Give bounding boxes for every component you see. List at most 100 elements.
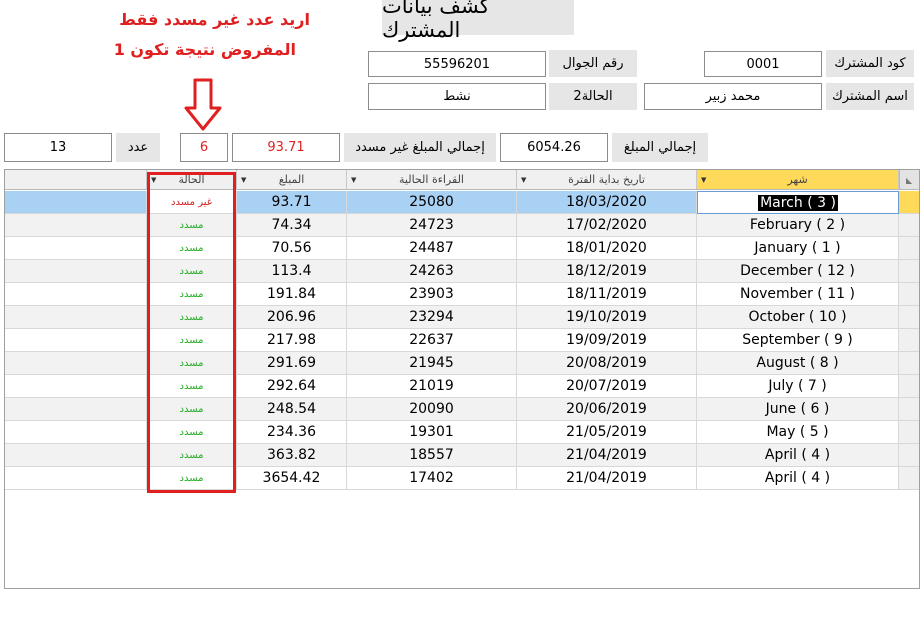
cell-month[interactable]: November ( 11 ) xyxy=(697,283,899,306)
table-row[interactable]: September ( 9 ) 19/09/2019 22637 217.98 مسدد xyxy=(5,329,919,352)
cell-month[interactable]: July ( 7 ) xyxy=(697,375,899,398)
cell-month[interactable]: April ( 4 ) xyxy=(697,467,899,490)
cell-amount[interactable]: 70.56 xyxy=(237,237,347,260)
cell-amount[interactable]: 291.69 xyxy=(237,352,347,375)
row-selector[interactable] xyxy=(899,398,919,421)
table-row[interactable]: July ( 7 ) 20/07/2019 21019 292.64 مسدد xyxy=(5,375,919,398)
status2-field[interactable]: نشط xyxy=(368,83,546,110)
column-header-current-reading[interactable]: ▼ القراءة الحالية xyxy=(347,170,517,190)
cell-amount[interactable]: 191.84 xyxy=(237,283,347,306)
count-field[interactable]: 13 xyxy=(4,133,112,162)
cell-period-start[interactable]: 21/05/2019 xyxy=(517,421,697,444)
column-header-label: القراءة الحالية xyxy=(399,173,464,186)
cell-month[interactable]: December ( 12 ) xyxy=(697,260,899,283)
dropdown-arrow-icon[interactable]: ▼ xyxy=(701,176,706,184)
cell-period-start[interactable]: 17/02/2020 xyxy=(517,214,697,237)
cell-amount[interactable]: 292.64 xyxy=(237,375,347,398)
row-selector[interactable] xyxy=(899,329,919,352)
cell-month[interactable]: January ( 1 ) xyxy=(697,237,899,260)
cell-amount[interactable]: 206.96 xyxy=(237,306,347,329)
cell-period-start[interactable]: 18/03/2020 xyxy=(517,191,697,214)
row-selector[interactable] xyxy=(899,260,919,283)
arrow-down-icon xyxy=(184,78,222,131)
cell-current-reading[interactable]: 24487 xyxy=(347,237,517,260)
cell-amount[interactable]: 217.98 xyxy=(237,329,347,352)
total-unpaid-field[interactable]: 93.71 xyxy=(232,133,340,162)
table-row[interactable]: April ( 4 ) 21/04/2019 18557 363.82 مسدد xyxy=(5,444,919,467)
records-grid[interactable]: ▼ شهر ▼ تاريخ بداية الفترة ▼ القراءة الح… xyxy=(4,169,920,589)
row-selector[interactable] xyxy=(899,421,919,444)
cell-current-reading[interactable]: 17402 xyxy=(347,467,517,490)
cell-amount[interactable]: 74.34 xyxy=(237,214,347,237)
cell-period-start[interactable]: 20/07/2019 xyxy=(517,375,697,398)
cell-current-reading[interactable]: 25080 xyxy=(347,191,517,214)
total-amount-field[interactable]: 6054.26 xyxy=(500,133,608,162)
cell-amount[interactable]: 3654.42 xyxy=(237,467,347,490)
cell-current-reading[interactable]: 18557 xyxy=(347,444,517,467)
cell-current-reading[interactable]: 20090 xyxy=(347,398,517,421)
column-header-blank xyxy=(5,170,147,190)
subscriber-name-field[interactable]: محمد زبير xyxy=(644,83,822,110)
dropdown-arrow-icon[interactable]: ▼ xyxy=(241,176,246,184)
cell-period-start[interactable]: 18/12/2019 xyxy=(517,260,697,283)
select-all-corner[interactable]: ◣ xyxy=(899,170,919,190)
row-selector[interactable] xyxy=(899,306,919,329)
cell-period-start[interactable]: 21/04/2019 xyxy=(517,444,697,467)
row-selector[interactable] xyxy=(899,352,919,375)
subscriber-code-field[interactable]: 0001 xyxy=(704,51,822,77)
column-header-label: شهر xyxy=(787,173,808,186)
mobile-field[interactable]: 55596201 xyxy=(368,51,546,77)
table-row[interactable]: August ( 8 ) 20/08/2019 21945 291.69 مسدد xyxy=(5,352,919,375)
table-row[interactable]: March ( 3 ) 18/03/2020 25080 93.71 غير مسدد xyxy=(5,191,919,214)
dropdown-arrow-icon[interactable]: ▼ xyxy=(521,176,526,184)
column-header-period-start[interactable]: ▼ تاريخ بداية الفترة xyxy=(517,170,697,190)
unpaid-count-field[interactable]: 6 xyxy=(180,133,228,162)
table-row[interactable]: January ( 1 ) 18/01/2020 24487 70.56 مسدد xyxy=(5,237,919,260)
table-row[interactable]: October ( 10 ) 19/10/2019 23294 206.96 مسدد xyxy=(5,306,919,329)
row-selector[interactable] xyxy=(899,237,919,260)
cell-current-reading[interactable]: 23903 xyxy=(347,283,517,306)
cell-amount[interactable]: 248.54 xyxy=(237,398,347,421)
table-row[interactable]: November ( 11 ) 18/11/2019 23903 191.84 مسدد xyxy=(5,283,919,306)
cell-period-start[interactable]: 19/10/2019 xyxy=(517,306,697,329)
table-row[interactable]: February ( 2 ) 17/02/2020 24723 74.34 مسدد xyxy=(5,214,919,237)
cell-current-reading[interactable]: 23294 xyxy=(347,306,517,329)
cell-period-start[interactable]: 18/01/2020 xyxy=(517,237,697,260)
cell-amount[interactable]: 93.71 xyxy=(237,191,347,214)
cell-current-reading[interactable]: 19301 xyxy=(347,421,517,444)
cell-amount[interactable]: 234.36 xyxy=(237,421,347,444)
table-row[interactable]: May ( 5 ) 21/05/2019 19301 234.36 مسدد xyxy=(5,421,919,444)
row-selector[interactable] xyxy=(899,191,919,214)
cell-period-start[interactable]: 19/09/2019 xyxy=(517,329,697,352)
cell-current-reading[interactable]: 21019 xyxy=(347,375,517,398)
dropdown-arrow-icon[interactable]: ▼ xyxy=(351,176,356,184)
cell-month[interactable]: April ( 4 ) xyxy=(697,444,899,467)
cell-amount[interactable]: 113.4 xyxy=(237,260,347,283)
cell-current-reading[interactable]: 21945 xyxy=(347,352,517,375)
cell-current-reading[interactable]: 24263 xyxy=(347,260,517,283)
cell-period-start[interactable]: 20/06/2019 xyxy=(517,398,697,421)
table-row[interactable]: June ( 6 ) 20/06/2019 20090 248.54 مسدد xyxy=(5,398,919,421)
row-selector[interactable] xyxy=(899,214,919,237)
row-selector[interactable] xyxy=(899,444,919,467)
cell-month[interactable]: June ( 6 ) xyxy=(697,398,899,421)
cell-current-reading[interactable]: 24723 xyxy=(347,214,517,237)
column-header-amount[interactable]: ▼ المبلغ xyxy=(237,170,347,190)
cell-amount[interactable]: 363.82 xyxy=(237,444,347,467)
cell-month[interactable]: August ( 8 ) xyxy=(697,352,899,375)
table-row[interactable]: December ( 12 ) 18/12/2019 24263 113.4 مسدد xyxy=(5,260,919,283)
table-row[interactable]: April ( 4 ) 21/04/2019 17402 3654.42 مسدد xyxy=(5,467,919,490)
cell-month[interactable]: February ( 2 ) xyxy=(697,214,899,237)
row-selector[interactable] xyxy=(899,375,919,398)
cell-current-reading[interactable]: 22637 xyxy=(347,329,517,352)
cell-period-start[interactable]: 20/08/2019 xyxy=(517,352,697,375)
cell-month[interactable]: March ( 3 ) xyxy=(697,191,899,214)
row-selector[interactable] xyxy=(899,467,919,490)
cell-month[interactable]: May ( 5 ) xyxy=(697,421,899,444)
cell-period-start[interactable]: 21/04/2019 xyxy=(517,467,697,490)
cell-month[interactable]: October ( 10 ) xyxy=(697,306,899,329)
cell-month[interactable]: September ( 9 ) xyxy=(697,329,899,352)
row-selector[interactable] xyxy=(899,283,919,306)
cell-period-start[interactable]: 18/11/2019 xyxy=(517,283,697,306)
column-header-month[interactable]: ▼ شهر xyxy=(697,170,899,190)
